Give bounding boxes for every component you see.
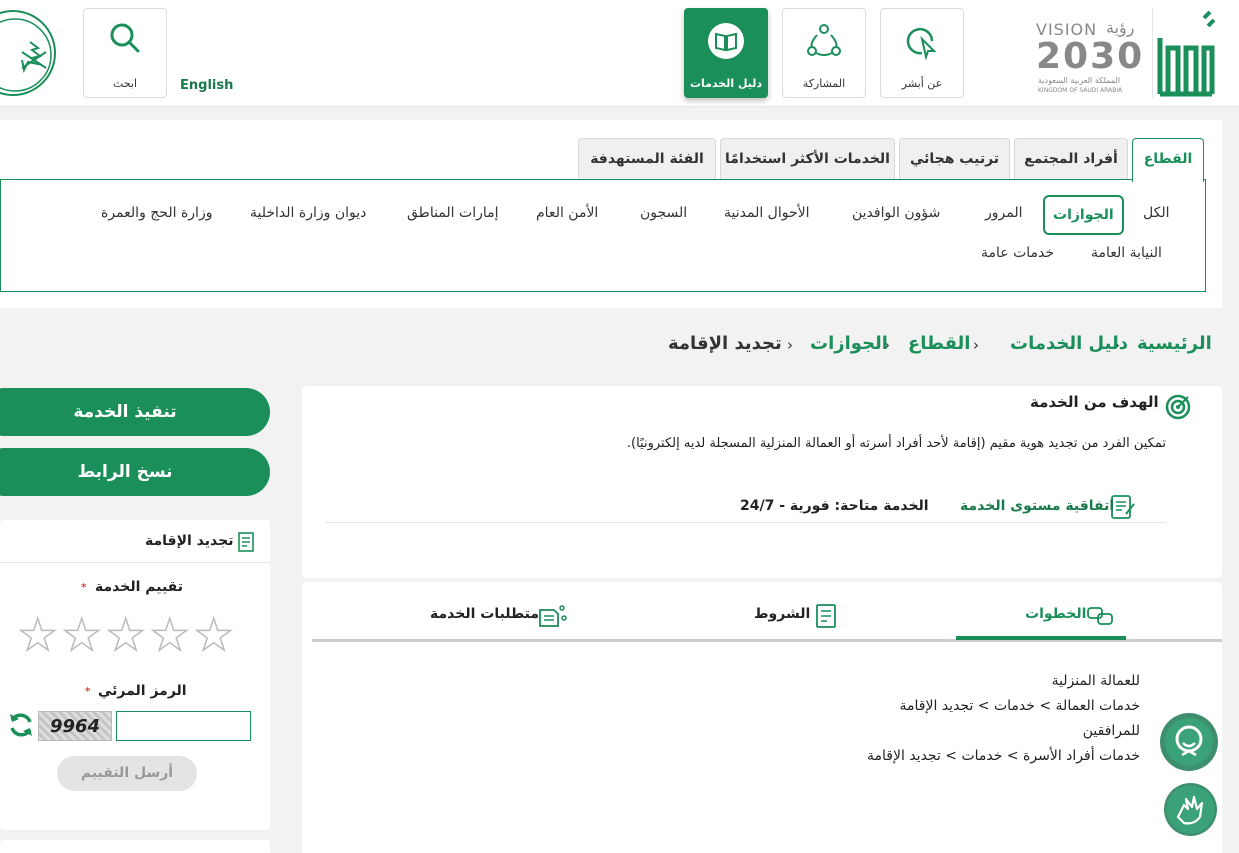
sector-item-passports[interactable]: الجوازات: [1043, 195, 1124, 235]
document-icon: [238, 532, 254, 552]
step-line: خدمات العمالة > خدمات > تجديد الإقامة: [899, 698, 1140, 714]
service-details-card: [302, 582, 1222, 853]
search-label: ابحث: [112, 77, 138, 90]
sector-item-all[interactable]: الكل: [1143, 205, 1170, 221]
sector-item-hajj[interactable]: وزارة الحج والعمرة: [101, 205, 212, 221]
step-line: خدمات أفراد الأسرة > خدمات > تجديد الإقا…: [867, 748, 1140, 764]
required-mark: *: [85, 685, 91, 698]
target-icon: [1165, 394, 1191, 420]
cursor-click-icon: [906, 27, 937, 61]
goal-description: تمكين الفرد من تجديد هوية مقيم (إقامة لأ…: [626, 436, 1166, 451]
next-card: [0, 840, 270, 853]
sector-items-box: [0, 179, 1206, 292]
tab-community-members[interactable]: أفراد المجتمع: [1014, 138, 1128, 180]
tab-most-used[interactable]: الخدمات الأكثر استخدامًا: [720, 138, 895, 180]
sector-item-prosecution[interactable]: النيابة العامة: [1091, 245, 1162, 261]
vision-year: 2030: [1036, 36, 1145, 77]
sector-item-emirates[interactable]: إمارات المناطق: [407, 205, 499, 221]
sector-item-public-security[interactable]: الأمن العام: [536, 205, 598, 221]
captcha-label: الرمز المرئي: [98, 683, 187, 699]
breadcrumb-current: تجديد الإقامة: [668, 333, 782, 354]
sla-link[interactable]: اتفاقية مستوى الخدمة: [960, 498, 1114, 514]
tab-conditions[interactable]: الشروط: [754, 606, 810, 622]
copy-link-button[interactable]: نسخ الرابط: [0, 448, 270, 496]
checklist-icon: [816, 604, 836, 628]
book-icon: [708, 23, 744, 59]
submit-rating-button[interactable]: أرسل التقييم: [57, 756, 197, 791]
active-tab-indicator: [956, 636, 1126, 640]
nav-about-absher[interactable]: عن أبشر: [880, 8, 964, 98]
rate-service-label: تقييم الخدمة: [95, 579, 184, 595]
breadcrumb-sector[interactable]: القطاع: [908, 333, 970, 354]
steps-icon: [1087, 607, 1113, 625]
sector-item-general-services[interactable]: خدمات عامة: [981, 245, 1054, 261]
vision-kingdom-ar: المملكة العربية السعودية: [1038, 76, 1121, 85]
rating-card-title: تجديد الإقامة: [145, 533, 234, 549]
vision-kingdom-en: KINGDOM OF SAUDI ARABIA: [1038, 87, 1123, 94]
support-chat-button[interactable]: [1160, 713, 1218, 771]
tab-requirements[interactable]: متطلبات الخدمة: [430, 606, 539, 622]
nav-label: المشاركة: [802, 77, 846, 90]
goal-title: الهدف من الخدمة: [1030, 393, 1159, 411]
vision-2030-logo: VISION رؤية 2030 المملكة العربية السعودي…: [1036, 18, 1144, 98]
tab-sector[interactable]: القطاع: [1132, 138, 1204, 182]
share-network-icon: [807, 24, 841, 56]
execute-service-button[interactable]: تنفيذ الخدمة: [0, 388, 270, 436]
availability-text: الخدمة متاحة: فورية - 24/7: [740, 498, 929, 514]
nav-label: دليل الخدمات: [689, 77, 763, 90]
nav-services-guide[interactable]: دليل الخدمات: [684, 8, 768, 98]
required-mark: *: [81, 581, 87, 594]
headset-icon: [1165, 718, 1213, 766]
rating-star-5[interactable]: ★: [17, 613, 58, 659]
service-goal-card: [302, 386, 1222, 578]
sign-language-icon: [1166, 785, 1215, 834]
tab-steps[interactable]: الخطوات: [1025, 606, 1086, 622]
refresh-icon[interactable]: [6, 710, 36, 740]
step-line: للمرافقين: [1082, 723, 1140, 739]
vision-word-ar: رؤية: [1106, 18, 1135, 37]
search-button[interactable]: ابحث: [83, 8, 167, 98]
breadcrumb-separator: ›: [787, 336, 793, 354]
tab-target-group[interactable]: الفئة المستهدفة: [578, 138, 716, 180]
nav-label: عن أبشر: [901, 77, 943, 90]
sector-item-expatriates[interactable]: شؤون الوافدين: [852, 205, 940, 221]
sign-language-button[interactable]: [1164, 783, 1217, 836]
breadcrumb-home[interactable]: الرئيسية: [1137, 333, 1212, 354]
rating-star-1[interactable]: ★: [193, 613, 234, 659]
breadcrumb-passports[interactable]: الجوازات: [810, 333, 888, 354]
requirements-icon: [539, 605, 567, 627]
breadcrumb-separator: ›: [973, 336, 979, 354]
tab-alphabetical[interactable]: ترتيب هجائي: [899, 138, 1010, 180]
step-line: للعمالة المنزلية: [1051, 673, 1140, 689]
captcha-image: 9964: [38, 711, 112, 741]
rating-star-3[interactable]: ★: [105, 613, 146, 659]
divider: [0, 562, 270, 563]
divider: [326, 522, 1166, 523]
rating-star-4[interactable]: ★: [61, 613, 102, 659]
sector-item-civil-affairs[interactable]: الأحوال المدنية: [724, 205, 810, 221]
sector-item-traffic[interactable]: المرور: [985, 205, 1023, 221]
sector-item-moi-diwan[interactable]: ديوان وزارة الداخلية: [250, 205, 366, 221]
breadcrumb-services-guide[interactable]: دليل الخدمات: [1010, 333, 1128, 354]
nav-participation[interactable]: المشاركة: [782, 8, 866, 98]
english-language-link[interactable]: English: [180, 78, 233, 93]
saudi-emblem-logo: [0, 10, 56, 96]
sector-item-prisons[interactable]: السجون: [640, 205, 687, 221]
absher-logo[interactable]: [1151, 8, 1218, 98]
captcha-input[interactable]: [116, 711, 251, 741]
search-icon: [110, 23, 140, 53]
rating-star-2[interactable]: ★: [149, 613, 190, 659]
